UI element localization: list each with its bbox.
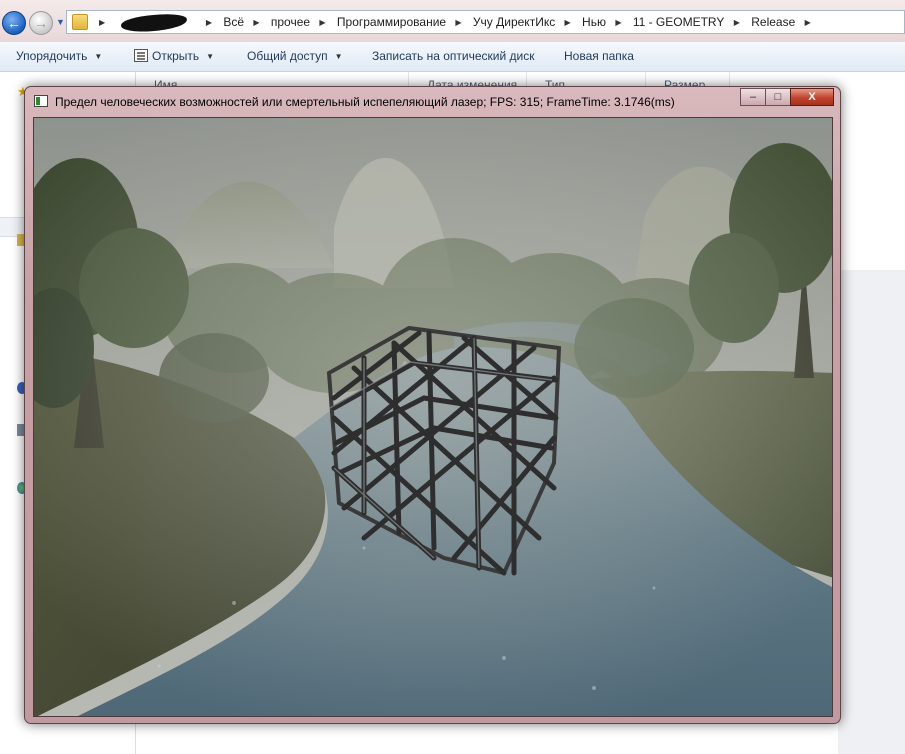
breadcrumb-item[interactable]: Программирование xyxy=(337,15,446,29)
back-button[interactable]: ← xyxy=(2,11,26,35)
new-folder-button[interactable]: Новая папка xyxy=(564,49,634,63)
fog-layer xyxy=(34,118,832,716)
render-viewport[interactable] xyxy=(33,117,833,717)
address-row: ← → ▼ ▶ ▶ Всё ▶ прочее ▶ Программировани… xyxy=(0,0,905,42)
command-bar: Упорядочить ▼ Открыть ▼ Общий доступ ▼ Запи… xyxy=(0,42,905,72)
breadcrumb-item[interactable]: Release xyxy=(751,15,795,29)
window-titlebar[interactable]: Предел человеческих возможностей или сме… xyxy=(25,87,840,115)
breadcrumb-item[interactable]: Всё xyxy=(223,15,244,29)
chevron-right-icon: ▶ xyxy=(564,18,571,28)
chevron-right-icon: ▶ xyxy=(455,18,462,28)
share-label: Общий доступ xyxy=(247,49,328,63)
chevron-down-icon: ▼ xyxy=(206,52,215,61)
chevron-right-icon: ▶ xyxy=(99,18,106,28)
organize-label: Упорядочить xyxy=(16,49,88,63)
open-icon xyxy=(134,49,148,62)
close-button[interactable]: X xyxy=(790,88,834,106)
chevron-right-icon: ▶ xyxy=(615,18,622,28)
app-icon xyxy=(34,95,48,107)
open-label: Открыть xyxy=(152,49,200,63)
game-window[interactable]: Предел человеческих возможностей или сме… xyxy=(24,86,841,724)
window-title: Предел человеческих возможностей или сме… xyxy=(55,95,675,109)
recent-pages-dropdown[interactable]: ▼ xyxy=(56,17,65,27)
chevron-right-icon: ▶ xyxy=(205,18,212,28)
folder-icon xyxy=(72,14,88,30)
breadcrumb-item[interactable]: Учу ДиректИкс xyxy=(473,15,555,29)
breadcrumb-item[interactable]: прочее xyxy=(271,15,310,29)
arrow-left-icon: ← xyxy=(7,15,21,31)
organize-button[interactable]: Упорядочить ▼ xyxy=(16,49,102,63)
redacted-crumb xyxy=(120,12,187,34)
breadcrumb: ▶ ▶ Всё ▶ прочее ▶ Программирование ▶ Уч… xyxy=(93,12,819,34)
chevron-down-icon: ▼ xyxy=(334,52,343,61)
chevron-right-icon: ▶ xyxy=(804,18,811,28)
chevron-right-icon: ▶ xyxy=(319,18,326,28)
maximize-button[interactable]: □ xyxy=(765,88,791,106)
explorer-preview-area xyxy=(838,270,905,754)
chevron-right-icon: ▶ xyxy=(253,18,260,28)
address-bar[interactable]: ▶ ▶ Всё ▶ прочее ▶ Программирование ▶ Уч… xyxy=(66,10,905,34)
breadcrumb-item[interactable]: 11 - GEOMETRY xyxy=(633,15,725,29)
minimize-button[interactable]: – xyxy=(740,88,766,106)
chevron-right-icon: ▶ xyxy=(733,18,740,28)
arrow-right-icon: → xyxy=(34,15,48,31)
forward-button[interactable]: → xyxy=(29,11,53,35)
chevron-down-icon: ▼ xyxy=(94,52,103,61)
scene-render xyxy=(34,118,832,716)
window-controls: – □ X xyxy=(740,88,834,108)
burn-button[interactable]: Записать на оптический диск xyxy=(372,49,535,63)
chevron-down-icon: ▼ xyxy=(56,17,65,27)
open-button[interactable]: Открыть ▼ xyxy=(134,49,214,63)
share-button[interactable]: Общий доступ ▼ xyxy=(247,49,343,63)
breadcrumb-item[interactable]: Нью xyxy=(582,15,606,29)
